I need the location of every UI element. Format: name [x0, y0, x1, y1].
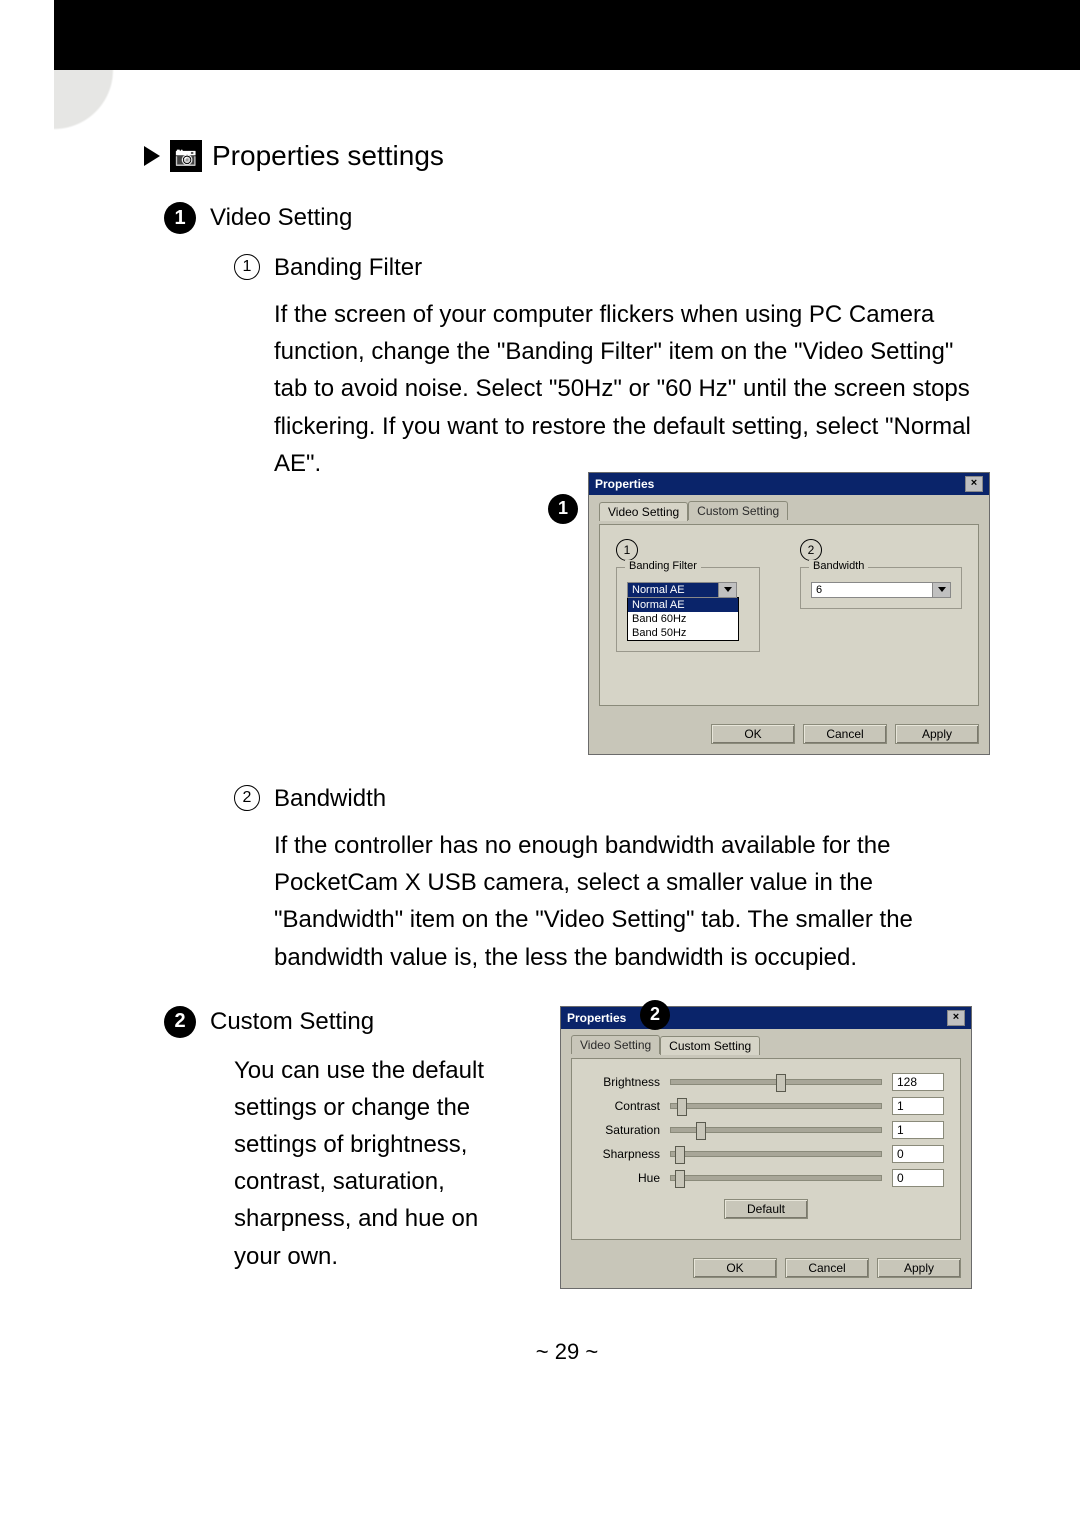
arrow-icon	[144, 146, 160, 166]
dialog-callout-number: 2	[640, 1000, 670, 1030]
slider-contrast[interactable]	[670, 1103, 882, 1109]
slider-value: 1	[892, 1097, 944, 1115]
item-number: 1	[164, 202, 196, 234]
apply-button[interactable]: Apply	[877, 1258, 961, 1278]
slider-value: 0	[892, 1145, 944, 1163]
subitem-body: If the controller has no enough bandwidt…	[274, 827, 990, 976]
slider-brightness[interactable]	[670, 1079, 882, 1085]
slider-label: Saturation	[588, 1123, 660, 1137]
dialog-title-text: Properties	[595, 477, 654, 491]
top-bar	[54, 0, 1080, 70]
dialog-title-text: Properties	[567, 1011, 626, 1025]
combo-option[interactable]: Normal AE	[628, 598, 738, 612]
tab-custom-setting[interactable]: Custom Setting	[688, 501, 788, 520]
close-icon[interactable]: ×	[965, 476, 983, 492]
tab-bar: Video Setting Custom Setting	[571, 1035, 961, 1054]
chevron-down-icon[interactable]	[932, 582, 951, 598]
ok-button[interactable]: OK	[693, 1258, 777, 1278]
group-bandwidth: 2 Bandwidth 6	[800, 539, 962, 689]
page-body: Properties settings 1 Video Setting 1 Ba…	[54, 70, 1080, 1405]
fieldset-legend: Banding Filter	[625, 560, 701, 572]
item-number: 2	[164, 1006, 196, 1038]
subitem-title: Bandwidth	[274, 785, 386, 813]
slider-row-contrast: Contrast 1	[588, 1097, 944, 1115]
dialog-callout-number: 1	[548, 494, 578, 524]
custom-setting-section: 2 Custom Setting You can use the default…	[104, 1006, 1030, 1289]
cancel-button[interactable]: Cancel	[785, 1258, 869, 1278]
tab-custom-setting[interactable]: Custom Setting	[660, 1036, 760, 1055]
slider-label: Hue	[588, 1171, 660, 1185]
slider-thumb[interactable]	[677, 1098, 687, 1116]
slider-saturation[interactable]	[670, 1127, 882, 1133]
close-icon[interactable]: ×	[947, 1010, 965, 1026]
slider-hue[interactable]	[670, 1175, 882, 1181]
ok-button[interactable]: OK	[711, 724, 795, 744]
group-marker: 2	[800, 539, 822, 561]
tab-video-setting[interactable]: Video Setting	[571, 1035, 660, 1054]
default-button[interactable]: Default	[724, 1199, 808, 1219]
subitem-banding-filter: 1 Banding Filter	[234, 254, 1030, 282]
slider-sharpness[interactable]	[670, 1151, 882, 1157]
group-banding-filter: 1 Banding Filter Normal AE Normal AE Ban…	[616, 539, 760, 689]
tab-video-setting[interactable]: Video Setting	[599, 502, 688, 521]
page-number: ~ 29 ~	[104, 1339, 1030, 1365]
slider-label: Contrast	[588, 1099, 660, 1113]
combo-option[interactable]: Band 60Hz	[628, 612, 738, 626]
item-title: Video Setting	[210, 202, 352, 234]
combo-selected: 6	[811, 582, 932, 598]
combo-option[interactable]: Band 50Hz	[628, 626, 738, 640]
subitem-number: 1	[234, 254, 260, 280]
slider-thumb[interactable]	[675, 1146, 685, 1164]
banding-filter-combobox[interactable]: Normal AE	[627, 582, 737, 598]
apply-button[interactable]: Apply	[895, 724, 979, 744]
slider-row-saturation: Saturation 1	[588, 1121, 944, 1139]
slider-row-sharpness: Sharpness 0	[588, 1145, 944, 1163]
slider-value: 128	[892, 1073, 944, 1091]
dialog-titlebar: Properties ×	[561, 1007, 971, 1029]
slider-list: Brightness 128 Contrast 1 Saturation	[588, 1073, 944, 1187]
subitem-title: Banding Filter	[274, 254, 422, 282]
subitem-number: 2	[234, 785, 260, 811]
dialog-video-wrap: 1 Properties × Video Setting Custom Sett…	[104, 472, 990, 755]
slider-thumb[interactable]	[776, 1074, 786, 1092]
slider-value: 0	[892, 1169, 944, 1187]
subitem-bandwidth: 2 Bandwidth	[234, 785, 1030, 813]
slider-row-brightness: Brightness 128	[588, 1073, 944, 1091]
slider-row-hue: Hue 0	[588, 1169, 944, 1187]
dialog-button-row: OK Cancel Apply	[561, 1250, 971, 1288]
slider-thumb[interactable]	[675, 1170, 685, 1188]
item-body: You can use the default settings or chan…	[234, 1052, 530, 1275]
fieldset-legend: Bandwidth	[809, 560, 868, 572]
cancel-button[interactable]: Cancel	[803, 724, 887, 744]
dialog-button-row: OK Cancel Apply	[589, 716, 989, 754]
dialog-titlebar: Properties ×	[589, 473, 989, 495]
item-title: Custom Setting	[210, 1006, 374, 1038]
combo-dropdown-list[interactable]: Normal AE Band 60Hz Band 50Hz	[627, 597, 739, 641]
tab-bar: Video Setting Custom Setting	[599, 501, 979, 520]
item-video-setting: 1 Video Setting	[164, 202, 1030, 234]
slider-label: Sharpness	[588, 1147, 660, 1161]
chevron-down-icon[interactable]	[718, 582, 737, 598]
dialog-panel: 1 Banding Filter Normal AE Normal AE Ban…	[599, 524, 979, 706]
item-custom-setting: 2 Custom Setting	[164, 1006, 530, 1038]
slider-value: 1	[892, 1121, 944, 1139]
properties-dialog-custom: Properties × Video Setting Custom Settin…	[560, 1006, 972, 1289]
dialog-panel: Brightness 128 Contrast 1 Saturation	[571, 1058, 961, 1240]
subitem-body: If the screen of your computer flickers …	[274, 296, 990, 482]
section-title: Properties settings	[212, 140, 444, 172]
properties-dialog-video: Properties × Video Setting Custom Settin…	[588, 472, 990, 755]
bandwidth-combobox[interactable]: 6	[811, 582, 951, 598]
combo-selected: Normal AE	[627, 582, 718, 598]
section-header: Properties settings	[144, 140, 1030, 172]
slider-thumb[interactable]	[696, 1122, 706, 1140]
group-marker: 1	[616, 539, 638, 561]
slider-label: Brightness	[588, 1075, 660, 1089]
camera-icon	[170, 140, 202, 172]
